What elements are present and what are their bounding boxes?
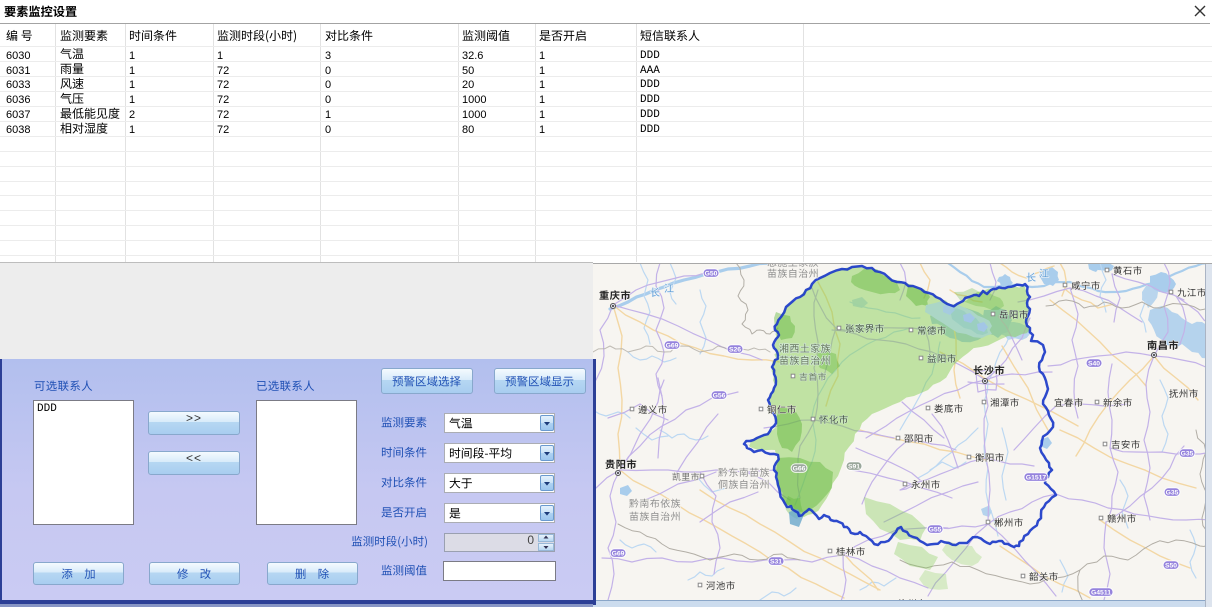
svg-text:G35: G35 xyxy=(1181,451,1194,458)
svg-text:S50: S50 xyxy=(1165,563,1177,570)
svg-text:S91: S91 xyxy=(848,464,860,471)
svg-text:G4511: G4511 xyxy=(1091,590,1111,597)
svg-text:G56: G56 xyxy=(713,393,726,400)
svg-text:G35: G35 xyxy=(1166,490,1179,497)
svg-text:S40: S40 xyxy=(1088,361,1100,368)
svg-text:G55: G55 xyxy=(929,527,942,534)
svg-text:G50: G50 xyxy=(705,271,718,278)
svg-text:G66: G66 xyxy=(793,466,806,473)
svg-text:G1517: G1517 xyxy=(1026,475,1047,482)
svg-text:S31: S31 xyxy=(770,559,782,566)
svg-text:G69: G69 xyxy=(612,551,625,558)
svg-text:S26: S26 xyxy=(729,347,741,354)
svg-text:G69: G69 xyxy=(666,343,679,350)
